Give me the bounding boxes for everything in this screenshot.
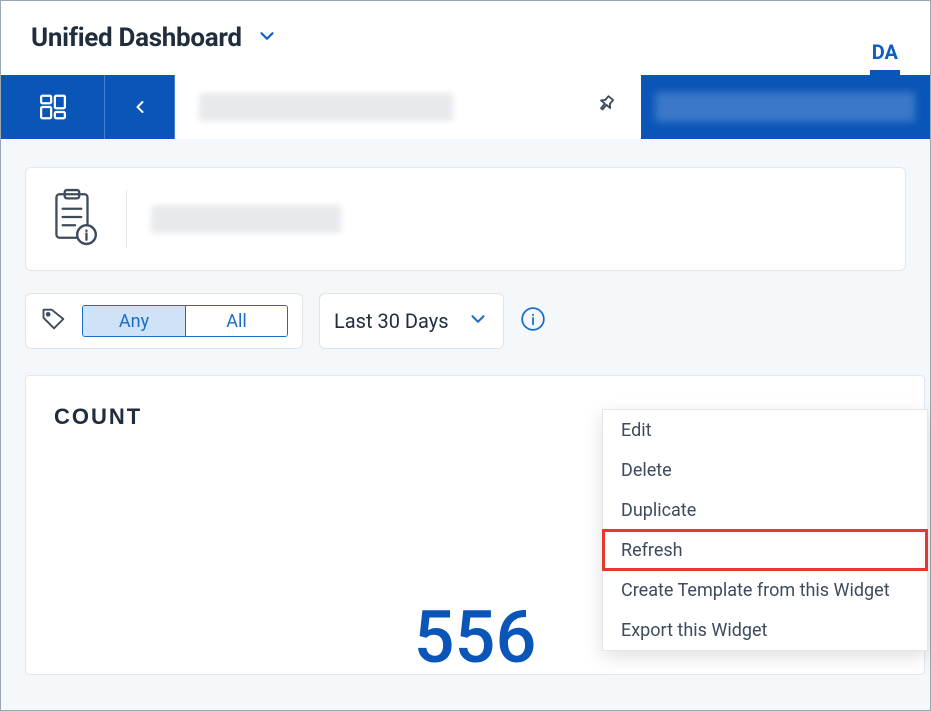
info-icon[interactable]	[520, 306, 546, 336]
topbar-left: Unified Dashboard	[31, 23, 278, 53]
menu-export[interactable]: Export this Widget	[603, 610, 927, 650]
chevron-down-icon	[467, 308, 489, 335]
widget-context-menu: Edit Delete Duplicate Refresh Create Tem…	[602, 409, 928, 651]
top-nav-tab[interactable]: DA	[870, 40, 900, 75]
summary-row	[1, 139, 930, 293]
nav-overflow	[641, 75, 930, 139]
widget-value: 556	[414, 595, 537, 680]
nav-text-redacted	[655, 92, 915, 122]
menu-refresh[interactable]: Refresh	[603, 530, 927, 570]
active-tab[interactable]	[175, 75, 641, 139]
app-title: Unified Dashboard	[31, 23, 242, 53]
chevron-down-icon[interactable]	[256, 25, 278, 51]
segment-all[interactable]: All	[185, 306, 287, 336]
segment-any[interactable]: Any	[83, 306, 185, 336]
filters-row: Any All Last 30 Days	[1, 293, 930, 349]
tab-title-redacted	[199, 93, 453, 121]
grid-view-button[interactable]	[1, 75, 105, 139]
date-range-selector[interactable]: Last 30 Days	[319, 293, 504, 349]
tag-filter: Any All	[25, 293, 303, 349]
back-button[interactable]	[105, 75, 175, 139]
card-title-redacted	[151, 205, 341, 233]
menu-edit[interactable]: Edit	[603, 410, 927, 450]
topbar: Unified Dashboard DA	[1, 1, 930, 75]
summary-card	[25, 167, 906, 271]
navbar	[1, 75, 930, 139]
menu-duplicate[interactable]: Duplicate	[603, 490, 927, 530]
tag-icon	[40, 305, 68, 337]
divider	[126, 190, 127, 248]
date-range-label: Last 30 Days	[334, 309, 449, 333]
pin-icon[interactable]	[593, 93, 617, 121]
menu-create-template[interactable]: Create Template from this Widget	[603, 570, 927, 610]
menu-delete[interactable]: Delete	[603, 450, 927, 490]
topbar-right: DA	[870, 1, 900, 75]
any-all-toggle: Any All	[82, 305, 288, 337]
clipboard-info-icon	[48, 188, 98, 250]
